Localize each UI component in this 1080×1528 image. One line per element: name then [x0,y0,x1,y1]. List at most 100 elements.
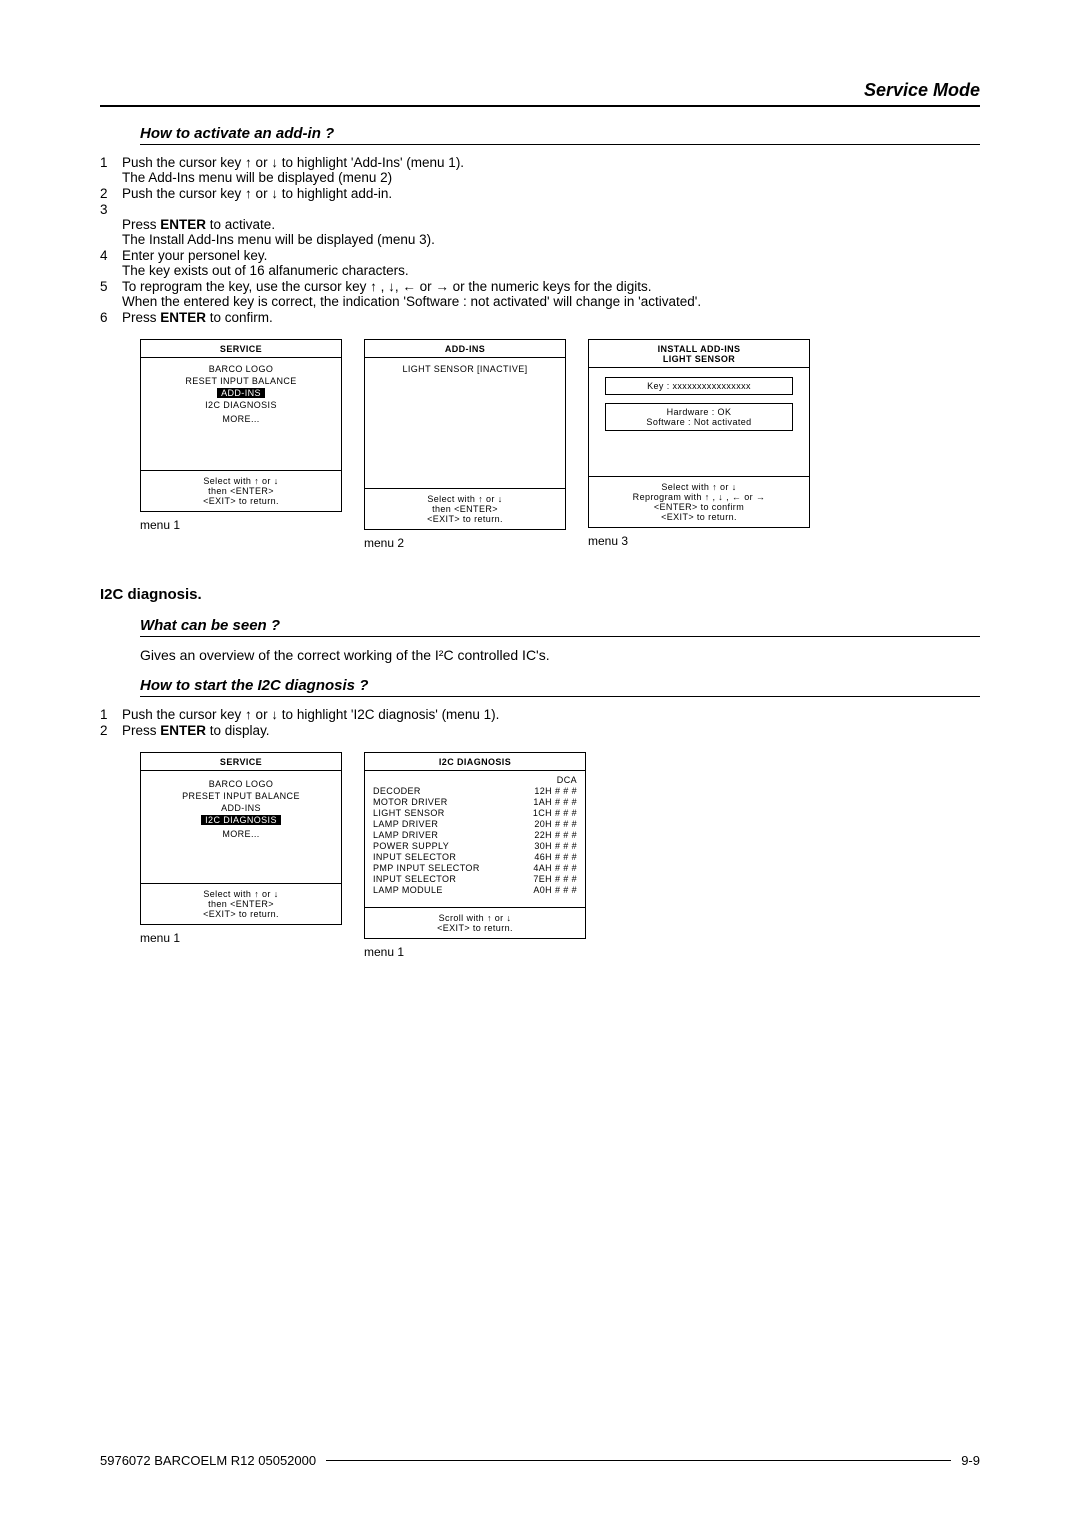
menu-label: menu 1 [140,518,342,532]
paragraph: Gives an overview of the correct working… [140,647,980,663]
step: 6 Press ENTER to confirm. [100,310,980,325]
sw-status: Software : Not activated [611,417,786,427]
step: 2 Press ENTER to display. [100,723,980,738]
diag-row: LIGHT SENSOR 1CH # # # [373,808,577,818]
menu-col: INSTALL ADD-INS LIGHT SENSOR Key : xxxxx… [588,339,810,550]
r: 12H # # # [534,786,577,796]
menu-service: SERVICE BARCO LOGO RESET INPUT BALANCE A… [140,339,342,512]
menu-footer: Select with ↑ or ↓ Reprogram with ↑ , ↓ … [589,476,809,527]
t-bold: ENTER [160,310,206,325]
t: to display. [206,723,270,738]
menu-body: BARCO LOGO RESET INPUT BALANCE ADD-INS I… [141,358,341,470]
r: 1CH # # # [533,808,577,818]
steps-i2c: 1 Push the cursor key ↑ or ↓ to highligh… [100,707,980,738]
diag-row: LAMP DRIVER 22H # # # [373,830,577,840]
step-text: Press ENTER to activate. The Install Add… [122,202,980,247]
diag-row: LAMP DRIVER20H # # # [373,819,577,829]
l: INPUT SELECTOR [373,874,456,884]
menu-item: PRESET INPUT BALANCE [182,791,300,801]
l: LIGHT SENSOR [373,808,445,818]
l: INPUT SELECTOR [373,852,456,862]
menu-col: ADD-INS LIGHT SENSOR [INACTIVE] Select w… [364,339,566,550]
menu-label: menu 1 [140,931,342,945]
step-num: 1 [100,707,122,722]
menu-item: MORE... [222,829,259,839]
menu-item: LIGHT SENSOR [INACTIVE] [402,364,527,374]
r: 46H # # # [534,852,577,862]
menus-row-1: SERVICE BARCO LOGO RESET INPUT BALANCE A… [140,339,980,550]
step-num: 1 [100,155,122,185]
step-text: Enter your personel key. The key exists … [122,248,980,278]
menu-addins: ADD-INS LIGHT SENSOR [INACTIVE] Select w… [364,339,566,530]
menu-install-addins: INSTALL ADD-INS LIGHT SENSOR Key : xxxxx… [588,339,810,528]
menu-title: SERVICE [141,340,341,358]
diag-row: POWER SUPPLY30H # # # [373,841,577,851]
menu-title: I2C DIAGNOSIS [365,753,585,771]
t: to confirm. [206,310,273,325]
status-box: Hardware : OK Software : Not activated [605,403,792,431]
sub-heading-start: How to start the I2C diagnosis ? [140,677,980,694]
page-footer: 5976072 BARCOELM R12 05052000 9-9 [100,1453,980,1468]
rule [140,696,980,697]
r: 7EH # # # [533,874,577,884]
menu-footer: Select with ↑ or ↓ then <ENTER> <EXIT> t… [141,470,341,511]
menu-footer: Select with ↑ or ↓ then <ENTER> <EXIT> t… [365,488,565,529]
r: A0H # # # [533,885,577,895]
running-header: Service Mode [100,80,980,101]
step-num: 2 [100,186,122,201]
menu-service-2: SERVICE BARCO LOGO PRESET INPUT BALANCE … [140,752,342,925]
sub-heading-seen: What can be seen ? [140,617,980,634]
menu-item: I2C DIAGNOSIS [205,400,277,410]
rule [140,636,980,637]
menus-row-2: SERVICE BARCO LOGO PRESET INPUT BALANCE … [140,752,980,959]
menu-col: SERVICE BARCO LOGO PRESET INPUT BALANCE … [140,752,342,959]
step: 4 Enter your personel key. The key exist… [100,248,980,278]
l: LAMP DRIVER [373,819,438,829]
menu-col: I2C DIAGNOSIS DCA DECODER12H # # # MOTOR… [364,752,586,959]
menu-item-selected: ADD-INS [217,388,265,398]
menu-i2c-diag: I2C DIAGNOSIS DCA DECODER12H # # # MOTOR… [364,752,586,939]
t-bold: ENTER [160,217,206,232]
step-num: 6 [100,310,122,325]
menu-title-1: INSTALL ADD-INS [589,340,809,354]
step-num: 4 [100,248,122,278]
diag-row: INPUT SELECTOR 7EH # # # [373,874,577,884]
menu-footer: Scroll with ↑ or ↓ <EXIT> to return. [365,907,585,938]
step: 5 To reprogram the key, use the cursor k… [100,279,980,309]
menu-col: SERVICE BARCO LOGO RESET INPUT BALANCE A… [140,339,342,550]
menu-body: LIGHT SENSOR [INACTIVE] [365,358,565,488]
heading-i2c: I2C diagnosis. [100,586,980,603]
r: 22H # # # [534,830,577,840]
l: LAMP DRIVER [373,830,438,840]
footer-right: 9-9 [961,1453,980,1468]
diag-row: DECODER12H # # # [373,786,577,796]
step-text: Push the cursor key ↑ or ↓ to highlight … [122,707,980,722]
col-head: DCA [557,775,577,785]
steps-activate: 1 Push the cursor key ↑ or ↓ to highligh… [100,155,980,325]
step-text: Press ENTER to confirm. [122,310,980,325]
key-box: Key : xxxxxxxxxxxxxxxx [605,377,792,395]
l: LAMP MODULE [373,885,443,895]
t-bold: ENTER [160,723,206,738]
step-text: Push the cursor key ↑ or ↓ to highlight … [122,186,980,201]
l: POWER SUPPLY [373,841,449,851]
menu-label: menu 3 [588,534,810,548]
step-num: 3 [100,202,122,247]
diag-row: LAMP MODULE A0H # # # [373,885,577,895]
l: PMP INPUT SELECTOR [373,863,480,873]
header-rule [100,105,980,107]
step-text: Push the cursor key ↑ or ↓ to highlight … [122,155,980,185]
diag-row: PMP INPUT SELECTOR 4AH # # # [373,863,577,873]
menu-body: BARCO LOGO PRESET INPUT BALANCE ADD-INS … [141,771,341,883]
l: MOTOR DRIVER [373,797,448,807]
footer-left: 5976072 BARCOELM R12 05052000 [100,1453,316,1468]
hw-status: Hardware : OK [611,407,786,417]
step-num: 2 [100,723,122,738]
step: 2 Push the cursor key ↑ or ↓ to highligh… [100,186,980,201]
r: 4AH # # # [533,863,577,873]
menu-body: DCA DECODER12H # # # MOTOR DRIVER1AH # #… [365,771,585,907]
menu-item: BARCO LOGO [209,779,274,789]
menu-label: menu 1 [364,945,586,959]
t: Press [122,310,160,325]
menu-title: ADD-INS [365,340,565,358]
